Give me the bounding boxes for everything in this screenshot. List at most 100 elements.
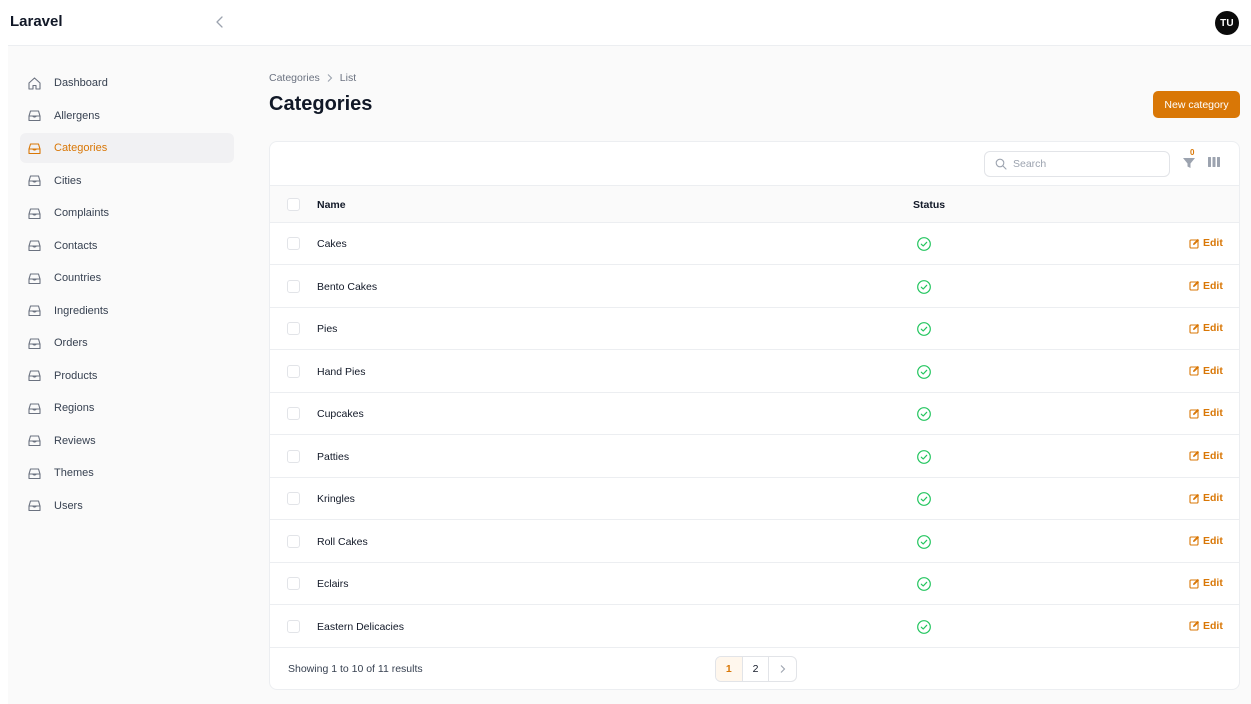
brand-logo[interactable]: Laravel — [10, 13, 63, 30]
sidebar-item-label: Reviews — [54, 434, 96, 447]
sidebar-item-label: Categories — [54, 142, 108, 154]
page-2-button[interactable]: 2 — [743, 657, 770, 681]
sidebar-item-cities[interactable]: Cities — [20, 166, 234, 196]
filter-icon[interactable] — [1180, 154, 1198, 172]
sidebar-item-countries[interactable]: Countries — [20, 263, 234, 293]
tray-icon — [26, 498, 42, 514]
edit-button[interactable]: Edit — [1189, 407, 1223, 419]
table-row: Bento Cakes Edit — [270, 266, 1239, 308]
row-checkbox[interactable] — [287, 279, 300, 293]
search-input[interactable] — [1013, 158, 1163, 170]
edit-button[interactable]: Edit — [1189, 535, 1223, 547]
sidebar-item-label: Users — [54, 499, 83, 512]
edit-label: Edit — [1203, 322, 1223, 334]
pagination: 1 2 — [715, 656, 797, 682]
table-row: Eclairs Edit — [270, 563, 1239, 605]
check-circle-icon — [917, 492, 931, 506]
sidebar-item-label: Countries — [54, 272, 102, 284]
sidebar-item-categories[interactable]: Categories — [20, 133, 234, 163]
edit-button[interactable]: Edit — [1189, 620, 1223, 632]
tray-icon — [26, 400, 42, 416]
check-circle-icon — [917, 577, 931, 591]
table-row: Patties Edit — [270, 436, 1239, 478]
collapse-sidebar-button[interactable] — [210, 12, 230, 32]
sidebar-item-users[interactable]: Users — [20, 491, 234, 521]
sidebar-item-themes[interactable]: Themes — [20, 458, 234, 488]
category-name: Patties — [317, 450, 350, 463]
page-1-button[interactable]: 1 — [716, 657, 743, 681]
breadcrumb: Categories List — [269, 72, 356, 84]
columns-toggle-icon[interactable] — [1207, 155, 1221, 169]
tray-icon — [26, 205, 42, 221]
pencil-square-icon — [1189, 620, 1200, 631]
row-checkbox[interactable] — [287, 322, 300, 335]
new-category-button[interactable]: New category — [1153, 91, 1240, 118]
table-header: Name Status — [270, 186, 1239, 223]
sidebar-item-complaints[interactable]: Complaints — [20, 198, 234, 228]
pencil-square-icon — [1189, 365, 1200, 376]
category-name: Cupcakes — [317, 408, 364, 420]
select-all-checkbox[interactable] — [287, 198, 300, 211]
sidebar-item-label: Cities — [54, 174, 82, 187]
table-row: Hand Pies Edit — [270, 351, 1239, 393]
sidebar-item-label: Themes — [54, 467, 94, 479]
results-summary: Showing 1 to 10 of 11 results — [288, 663, 423, 675]
edit-label: Edit — [1203, 237, 1223, 249]
pencil-square-icon — [1189, 238, 1200, 249]
user-avatar[interactable]: TU — [1215, 11, 1239, 35]
category-name: Kringles — [317, 493, 355, 505]
row-checkbox[interactable] — [287, 492, 300, 505]
search-field[interactable] — [984, 151, 1170, 177]
sidebar-item-ingredients[interactable]: Ingredients — [20, 296, 234, 326]
edit-label: Edit — [1203, 279, 1223, 292]
chevron-right-icon — [780, 665, 785, 673]
edit-button[interactable]: Edit — [1189, 492, 1223, 504]
table-row: Cupcakes Edit — [270, 393, 1239, 435]
column-header-status[interactable]: Status — [913, 199, 945, 211]
edit-button[interactable]: Edit — [1189, 237, 1223, 249]
check-circle-icon — [917, 279, 931, 294]
edit-button[interactable]: Edit — [1189, 322, 1223, 334]
row-checkbox[interactable] — [287, 237, 300, 250]
check-circle-icon — [917, 237, 931, 251]
check-circle-icon — [917, 322, 931, 336]
check-circle-icon — [917, 407, 931, 421]
row-checkbox[interactable] — [287, 364, 300, 378]
sidebar-item-orders[interactable]: Orders — [20, 328, 234, 358]
edit-button[interactable]: Edit — [1189, 577, 1223, 589]
category-name: Pies — [317, 323, 338, 335]
sidebar-item-label: Regions — [54, 402, 95, 414]
pencil-square-icon — [1189, 408, 1200, 419]
row-checkbox[interactable] — [287, 577, 300, 590]
sidebar-item-dashboard[interactable]: Dashboard — [20, 68, 234, 98]
row-checkbox[interactable] — [287, 619, 300, 633]
breadcrumb-current: List — [339, 72, 357, 84]
tray-icon — [26, 465, 42, 481]
tray-icon — [26, 433, 42, 449]
edit-label: Edit — [1203, 619, 1223, 632]
edit-label: Edit — [1203, 364, 1223, 377]
tray-icon — [26, 108, 42, 124]
tray-icon — [26, 368, 42, 384]
edit-button[interactable]: Edit — [1189, 450, 1223, 462]
edit-button[interactable]: Edit — [1189, 365, 1223, 377]
tray-icon — [26, 238, 42, 254]
breadcrumb-categories-link[interactable]: Categories — [269, 72, 320, 84]
edit-button[interactable]: Edit — [1189, 280, 1223, 292]
sidebar-item-label: Products — [54, 369, 98, 382]
next-page-button[interactable] — [769, 657, 796, 681]
column-header-name[interactable]: Name — [317, 199, 346, 211]
table-row: Pies Edit — [270, 308, 1239, 350]
sidebar-item-label: Allergens — [54, 109, 100, 122]
sidebar-item-regions[interactable]: Regions — [20, 393, 234, 423]
sidebar-item-reviews[interactable]: Reviews — [20, 426, 234, 456]
row-checkbox[interactable] — [287, 407, 300, 420]
sidebar-item-contacts[interactable]: Contacts — [20, 231, 234, 261]
sidebar-item-label: Orders — [54, 337, 88, 349]
sidebar-item-allergens[interactable]: Allergens — [20, 101, 234, 131]
chevron-left-icon — [216, 16, 223, 28]
sidebar-item-products[interactable]: Products — [20, 361, 234, 391]
check-circle-icon — [917, 619, 931, 634]
row-checkbox[interactable] — [287, 534, 300, 548]
row-checkbox[interactable] — [287, 449, 300, 463]
